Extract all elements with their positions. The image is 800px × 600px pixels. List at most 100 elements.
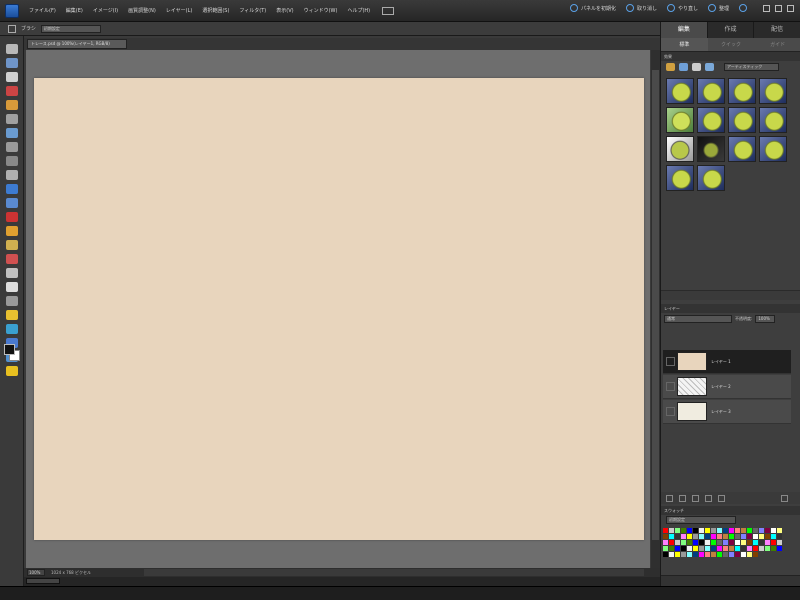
sponge-tool-icon[interactable] [5, 366, 18, 376]
eraser-tool-icon[interactable] [5, 254, 18, 264]
color-swatch[interactable] [705, 540, 710, 545]
menu-enhance[interactable]: 画質調整(N) [128, 7, 156, 14]
color-swatch[interactable] [759, 540, 764, 545]
color-swatch[interactable] [681, 534, 686, 539]
color-swatch[interactable] [777, 534, 782, 539]
effect-thumbnail[interactable] [666, 165, 694, 191]
subtab-full[interactable]: 標準 [661, 38, 708, 51]
color-swatch[interactable] [729, 534, 734, 539]
color-swatch[interactable] [735, 528, 740, 533]
canvas[interactable] [34, 78, 644, 540]
color-swatch[interactable] [693, 540, 698, 545]
color-swatch[interactable] [717, 546, 722, 551]
color-swatch[interactable] [687, 552, 692, 557]
color-swatch[interactable] [723, 528, 728, 533]
preset-select[interactable]: 初期設定 [40, 24, 101, 33]
menu-window[interactable]: ウィンドウ(W) [304, 7, 338, 14]
color-swatch[interactable] [681, 540, 686, 545]
color-swatch[interactable] [687, 528, 692, 533]
color-swatch[interactable] [777, 540, 782, 545]
effect-thumbnail[interactable] [759, 136, 787, 162]
color-swatch[interactable] [741, 546, 746, 551]
color-swatch[interactable] [675, 546, 680, 551]
visibility-eye-icon[interactable] [666, 357, 675, 366]
color-swatch[interactable] [669, 528, 674, 533]
color-swatch[interactable] [687, 534, 692, 539]
color-swatch[interactable] [705, 528, 710, 533]
adjustment-layer-icon[interactable] [679, 494, 686, 502]
color-swatch[interactable] [669, 534, 674, 539]
color-swatch[interactable] [771, 540, 776, 545]
redo-button[interactable]: やり直し [666, 4, 698, 12]
mask-icon[interactable] [692, 494, 699, 502]
color-swatch[interactable] [747, 528, 752, 533]
color-swatch[interactable] [777, 528, 782, 533]
effect-thumbnail[interactable] [697, 107, 725, 133]
color-swatch[interactable] [723, 546, 728, 551]
color-swatch[interactable] [711, 540, 716, 545]
vertical-scrollbar[interactable] [651, 50, 660, 568]
menu-view[interactable]: 表示(V) [276, 7, 293, 14]
workspace-icon[interactable] [382, 6, 395, 15]
effect-thumbnail[interactable] [697, 78, 725, 104]
color-swatch[interactable] [699, 546, 704, 551]
red-eye-tool-icon[interactable] [5, 212, 18, 222]
color-swatch[interactable] [723, 540, 728, 545]
effect-thumbnail[interactable] [697, 165, 725, 191]
color-swatch[interactable] [669, 552, 674, 557]
subtab-quick[interactable]: クイック [708, 38, 755, 51]
minimize-icon[interactable] [763, 4, 770, 12]
color-swatch[interactable] [675, 552, 680, 557]
color-swatch[interactable] [669, 546, 674, 551]
opacity-field[interactable]: 100% [755, 315, 776, 323]
smart-brush-tool-icon[interactable] [5, 296, 18, 306]
color-swatch[interactable] [735, 552, 740, 557]
menu-file[interactable]: ファイル(F) [29, 7, 56, 14]
color-swatch[interactable] [693, 546, 698, 551]
color-swatch[interactable] [741, 540, 746, 545]
clone-stamp-tool-icon[interactable] [5, 240, 18, 250]
color-swatch[interactable] [675, 540, 680, 545]
color-swatch[interactable] [717, 552, 722, 557]
color-swatch[interactable] [681, 546, 686, 551]
layer-row[interactable]: レイヤー 2 [663, 375, 791, 399]
color-swatch[interactable] [759, 546, 764, 551]
color-swatch[interactable] [675, 528, 680, 533]
color-swatch[interactable] [741, 534, 746, 539]
type-tool-icon[interactable] [5, 156, 18, 166]
color-swatch[interactable] [711, 528, 716, 533]
document-tab[interactable]: トレース.psd @ 100%(レイヤー1, RGB/8) [27, 39, 127, 49]
color-swatch[interactable] [759, 528, 764, 533]
color-swatch[interactable] [687, 546, 692, 551]
color-swatch[interactable] [693, 534, 698, 539]
close-icon[interactable] [787, 4, 794, 12]
effect-thumbnail[interactable] [759, 78, 787, 104]
zoom-tool-icon[interactable] [5, 58, 18, 68]
color-swatch[interactable] [699, 552, 704, 557]
color-swatch[interactable] [663, 528, 668, 533]
color-swatch[interactable] [765, 540, 770, 545]
paint-bucket-tool-icon[interactable] [5, 310, 18, 320]
marquee-tool-icon[interactable] [5, 100, 18, 110]
foreground-color-swatch[interactable] [4, 344, 15, 355]
color-swatch[interactable] [735, 540, 740, 545]
quick-selection-tool-icon[interactable] [5, 142, 18, 152]
horizontal-scrollbar[interactable] [144, 569, 644, 576]
straighten-tool-icon[interactable] [5, 198, 18, 208]
color-swatch[interactable] [741, 528, 746, 533]
menu-select[interactable]: 選択範囲(S) [202, 7, 229, 14]
layer-styles-icon[interactable] [679, 63, 688, 71]
color-swatch[interactable] [741, 552, 746, 557]
color-swatch[interactable] [765, 534, 770, 539]
color-swatch[interactable] [663, 546, 668, 551]
eyedropper-tool-icon[interactable] [5, 86, 18, 96]
home-button[interactable] [739, 4, 747, 12]
crop-tool-icon[interactable] [5, 170, 18, 180]
layer-row[interactable]: レイヤー 1 [663, 350, 791, 374]
effect-thumbnail[interactable] [666, 78, 694, 104]
color-swatch[interactable] [777, 546, 782, 551]
color-swatch[interactable] [759, 534, 764, 539]
all-effects-icon[interactable] [705, 63, 714, 71]
color-swatch[interactable] [747, 534, 752, 539]
color-swatch[interactable] [681, 528, 686, 533]
